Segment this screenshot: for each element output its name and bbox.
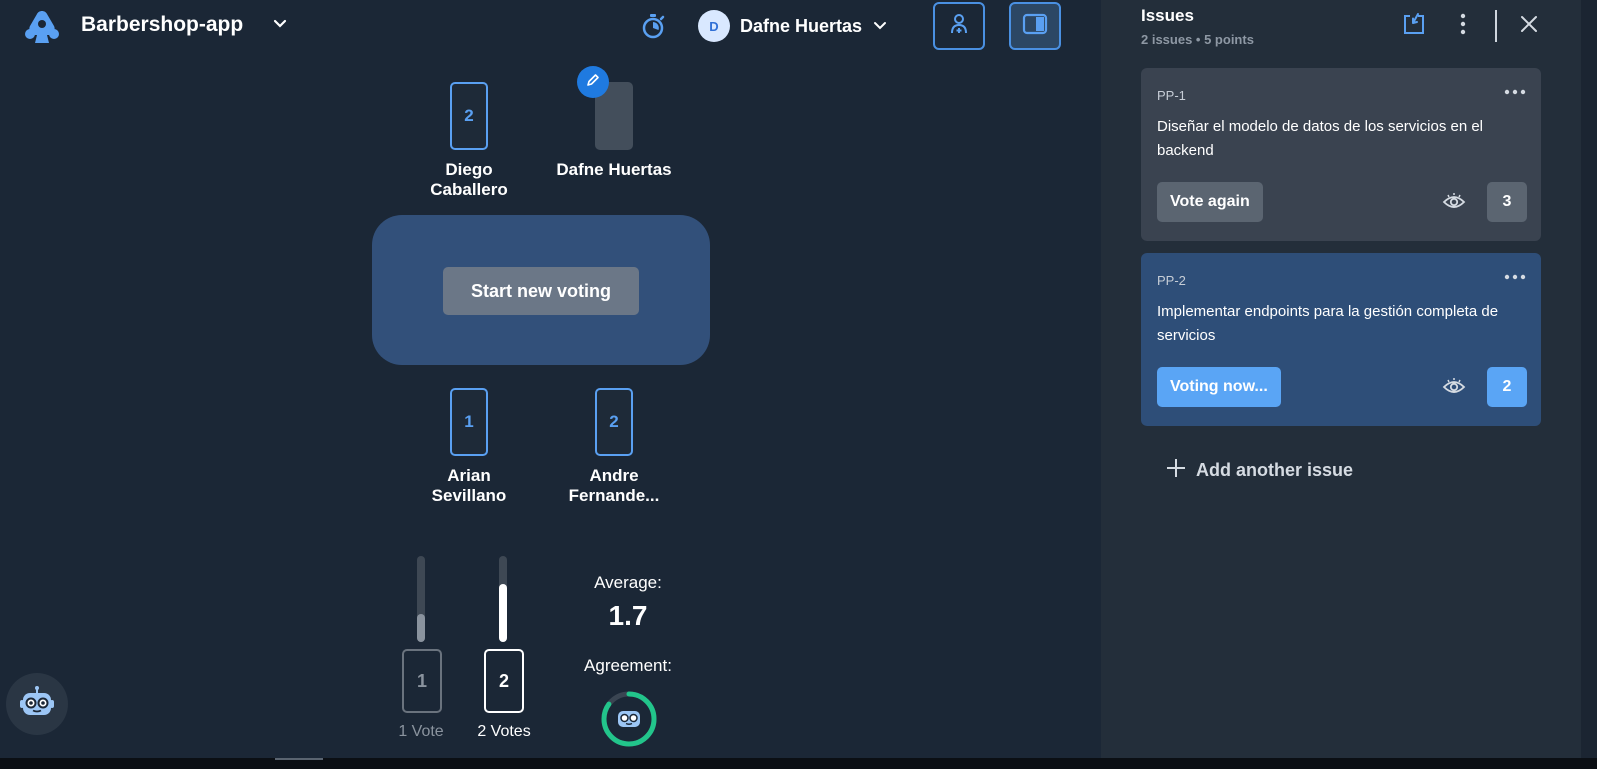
more-vertical-icon (1460, 13, 1466, 40)
timer-icon[interactable] (639, 12, 667, 40)
sidebar-summary: 2 issues • 5 points (1141, 32, 1254, 47)
plus-icon (1166, 458, 1186, 483)
start-new-voting-button[interactable]: Start new voting (443, 267, 639, 315)
vote-bar-1 (417, 556, 425, 642)
player-name-diego: Diego Caballero (430, 160, 508, 199)
player-name-andre: Andre Fernande... (568, 466, 660, 505)
vote-count-2: 2 Votes (477, 723, 531, 740)
import-icon (1401, 11, 1427, 42)
toggle-sidebar-button[interactable] (1009, 2, 1061, 50)
more-horizontal-icon[interactable] (1503, 269, 1527, 285)
poker-table-area (0, 0, 1101, 758)
close-icon (1520, 15, 1538, 38)
chevron-down-icon (872, 18, 888, 34)
player-card-arian: 1 (450, 388, 488, 456)
pencil-icon (585, 72, 601, 93)
toggle-sidebar-icon (1022, 13, 1048, 40)
issue-title: Diseñar el modelo de datos de los servic… (1157, 118, 1484, 159)
add-issue-label: Add another issue (1196, 459, 1354, 480)
bot-assistant-button[interactable] (6, 673, 68, 735)
issue-title: Implementar endpoints para la gestión co… (1157, 303, 1499, 344)
vote-again-button[interactable]: Vote again (1157, 182, 1263, 222)
issue-key: PP-1 (1157, 88, 1186, 103)
result-card-1: 1 (402, 649, 442, 713)
issue-key: PP-2 (1157, 273, 1186, 288)
eye-icon[interactable] (1442, 190, 1466, 214)
logo-icon[interactable] (20, 8, 64, 48)
close-sidebar-button[interactable] (1515, 12, 1543, 40)
vote-bar-2 (499, 556, 507, 642)
issue-points[interactable]: 2 (1487, 367, 1527, 407)
bot-icon (18, 685, 56, 724)
invite-players-button[interactable] (933, 2, 985, 50)
average-value: 1.7 (608, 600, 648, 631)
player-card-andre: 2 (595, 388, 633, 456)
invite-player-icon (947, 12, 971, 41)
chevron-down-icon[interactable] (271, 15, 289, 33)
agreement-label: Agreement: (584, 656, 672, 675)
vote-bar-fill-1 (417, 614, 425, 642)
issue-points[interactable]: 3 (1487, 182, 1527, 222)
issue-card-active[interactable]: PP-2 Implementar endpoints para la gesti… (1141, 253, 1541, 426)
window-edge (1581, 0, 1597, 758)
eye-icon[interactable] (1442, 375, 1466, 399)
voting-now-button[interactable]: Voting now... (1157, 367, 1281, 407)
user-menu[interactable]: D Dafne Huertas (698, 10, 888, 42)
player-card-diego: 2 (450, 82, 488, 150)
player-name-arian: Arian Sevillano (431, 466, 507, 505)
bot-icon (618, 711, 640, 727)
sidebar-title: Issues (1141, 6, 1194, 25)
app-title[interactable]: Barbershop-app (81, 13, 243, 37)
vote-bar-fill-2 (499, 584, 507, 642)
result-card-2: 2 (484, 649, 524, 713)
average-label: Average: (594, 573, 662, 592)
sidebar-divider (1495, 10, 1497, 42)
sidebar-more-button[interactable] (1449, 12, 1477, 40)
player-name-dafne: Dafne Huertas (556, 160, 672, 179)
issue-card[interactable]: PP-1 Diseñar el modelo de datos de los s… (1141, 68, 1541, 241)
agreement-ring (600, 690, 658, 748)
user-name: Dafne Huertas (740, 15, 863, 36)
import-issues-button[interactable] (1400, 12, 1428, 40)
taskbar-mark (275, 758, 323, 760)
edit-card-button[interactable] (577, 66, 609, 98)
add-issue-button[interactable]: Add another issue (1166, 458, 1353, 482)
taskbar-strip (0, 758, 1597, 769)
avatar: D (698, 10, 730, 42)
more-horizontal-icon[interactable] (1503, 84, 1527, 100)
